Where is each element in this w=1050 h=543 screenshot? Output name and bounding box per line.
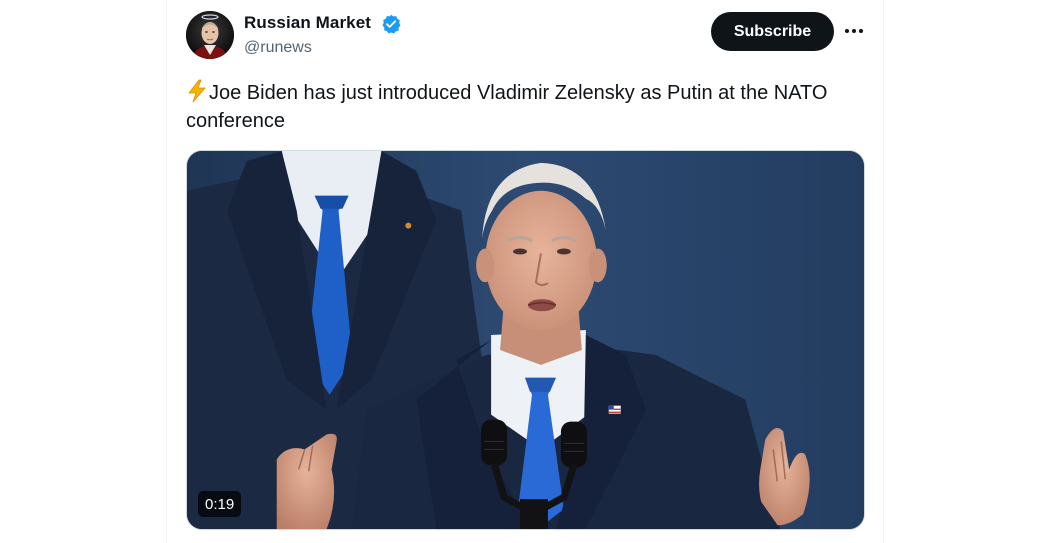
avatar-image	[186, 11, 234, 59]
subscribe-button[interactable]: Subscribe	[711, 12, 834, 51]
page: Russian Market @runews Subscribe Joe Bid…	[0, 0, 1050, 543]
video-player[interactable]: 0:19	[186, 150, 865, 530]
tweet-text: Joe Biden has just introduced Vladimir Z…	[186, 79, 866, 135]
lightning-bolt-icon	[188, 79, 206, 103]
author-display-name[interactable]: Russian Market	[244, 13, 371, 33]
author-handle[interactable]: @runews	[244, 39, 312, 57]
video-frame	[187, 151, 864, 529]
profile-avatar[interactable]	[186, 11, 234, 59]
more-options-button[interactable]	[841, 20, 867, 42]
verified-badge-icon	[382, 14, 401, 34]
tweet-body-text: Joe Biden has just introduced Vladimir Z…	[186, 82, 828, 132]
more-horizontal-icon	[845, 29, 863, 33]
video-duration-badge: 0:19	[198, 491, 242, 517]
tweet-card: Russian Market @runews Subscribe Joe Bid…	[166, 0, 884, 543]
